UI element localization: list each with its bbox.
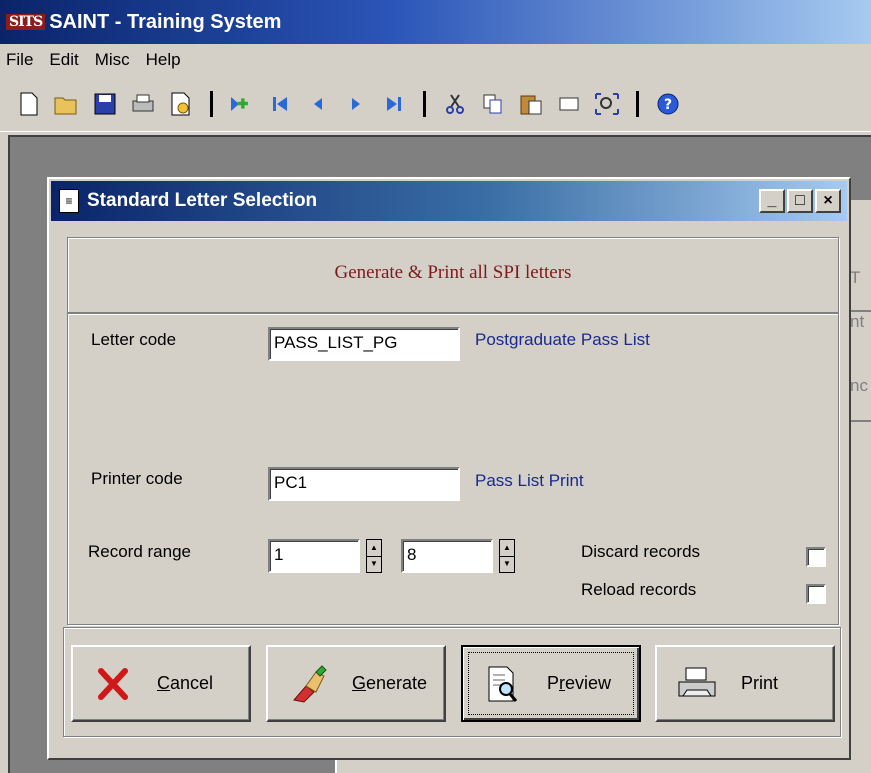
focus-indicator [468,652,634,715]
printer-code-description: Pass List Print [475,471,584,490]
app-logo: SITS [6,14,46,30]
subtitle-panel: Generate & Print all SPI letters [67,237,839,313]
document-icon: ≡ [59,189,79,213]
standard-letter-dialog: ≡ Standard Letter Selection _ □ × Genera… [47,177,851,760]
menu-edit[interactable]: Edit [43,50,88,70]
toolbar-separator [210,90,213,117]
reload-records-label: Reload records [581,580,697,599]
cancel-button-label: Cancel [157,673,214,693]
svg-text:?: ? [664,97,672,113]
printer-code-field[interactable]: PC1 [268,467,460,501]
toolbar: ? [0,76,871,132]
spin-down-icon[interactable]: ▼ [367,557,381,573]
first-record-icon[interactable] [265,89,295,119]
new-icon[interactable] [14,89,44,119]
generate-button-label: Generate [352,673,428,693]
print-button-label: Print [741,673,779,693]
last-record-icon[interactable] [379,89,409,119]
letter-code-label: Letter code [91,330,177,349]
toolbar-separator [636,90,639,117]
save-icon[interactable] [90,89,120,119]
background-text: T [850,268,861,287]
dialog-title: Standard Letter Selection [87,190,318,211]
preview-button[interactable]: Preview [461,645,641,722]
discard-records-checkbox[interactable] [806,547,826,567]
record-range-label: Record range [88,542,192,561]
minimize-button[interactable]: _ [759,189,785,213]
close-button[interactable]: × [815,189,841,213]
window-controls: _ □ × [757,189,841,213]
discard-records-label: Discard records [581,542,701,561]
dialog-subtitle: Generate & Print all SPI letters [334,262,572,283]
dialog-title-bar[interactable]: ≡ Standard Letter Selection _ □ × [51,181,847,221]
menu-bar: File Edit Misc Help [0,44,871,76]
generate-button[interactable]: Generate [266,645,446,722]
background-text: nt [850,312,865,331]
cancel-button[interactable]: Cancel [71,645,251,722]
menu-help[interactable]: Help [140,50,191,70]
print-preview-icon[interactable] [166,89,196,119]
printer-code-label: Printer code [91,469,183,488]
record-range-from-field[interactable]: 1 [268,539,360,573]
maximize-button[interactable]: □ [787,189,813,213]
spin-up-icon[interactable]: ▲ [500,540,514,557]
zoom-icon[interactable] [592,89,622,119]
record-range-to-stepper[interactable]: ▲ ▼ [499,539,515,573]
print-button[interactable]: Print [655,645,835,722]
printer-icon [675,662,719,706]
next-record-icon[interactable] [341,89,371,119]
app-title: SAINT - Training System [49,10,282,33]
letter-code-description: Postgraduate Pass List [475,330,650,349]
background-text: nc [850,376,868,395]
generate-hand-icon [286,662,330,706]
menu-misc[interactable]: Misc [89,50,140,70]
print-icon[interactable] [128,89,158,119]
cancel-x-icon [91,662,135,706]
menu-file[interactable]: File [0,50,43,70]
app-title-bar: SITS SAINT - Training System [0,0,871,44]
record-range-to-field[interactable]: 8 [401,539,493,573]
record-range-from-stepper[interactable]: ▲ ▼ [366,539,382,573]
previous-record-icon[interactable] [303,89,333,119]
toolbar-separator [423,90,426,117]
reload-records-checkbox[interactable] [806,584,826,604]
spin-down-icon[interactable]: ▼ [500,557,514,573]
copy-icon[interactable] [478,89,508,119]
paste-icon[interactable] [516,89,546,119]
spin-up-icon[interactable]: ▲ [367,540,381,557]
letter-code-field[interactable]: PASS_LIST_PG [268,327,460,361]
clear-icon[interactable] [554,89,584,119]
add-record-icon[interactable] [227,89,257,119]
cut-icon[interactable] [440,89,470,119]
help-icon[interactable]: ? [653,89,683,119]
open-folder-icon[interactable] [52,89,82,119]
